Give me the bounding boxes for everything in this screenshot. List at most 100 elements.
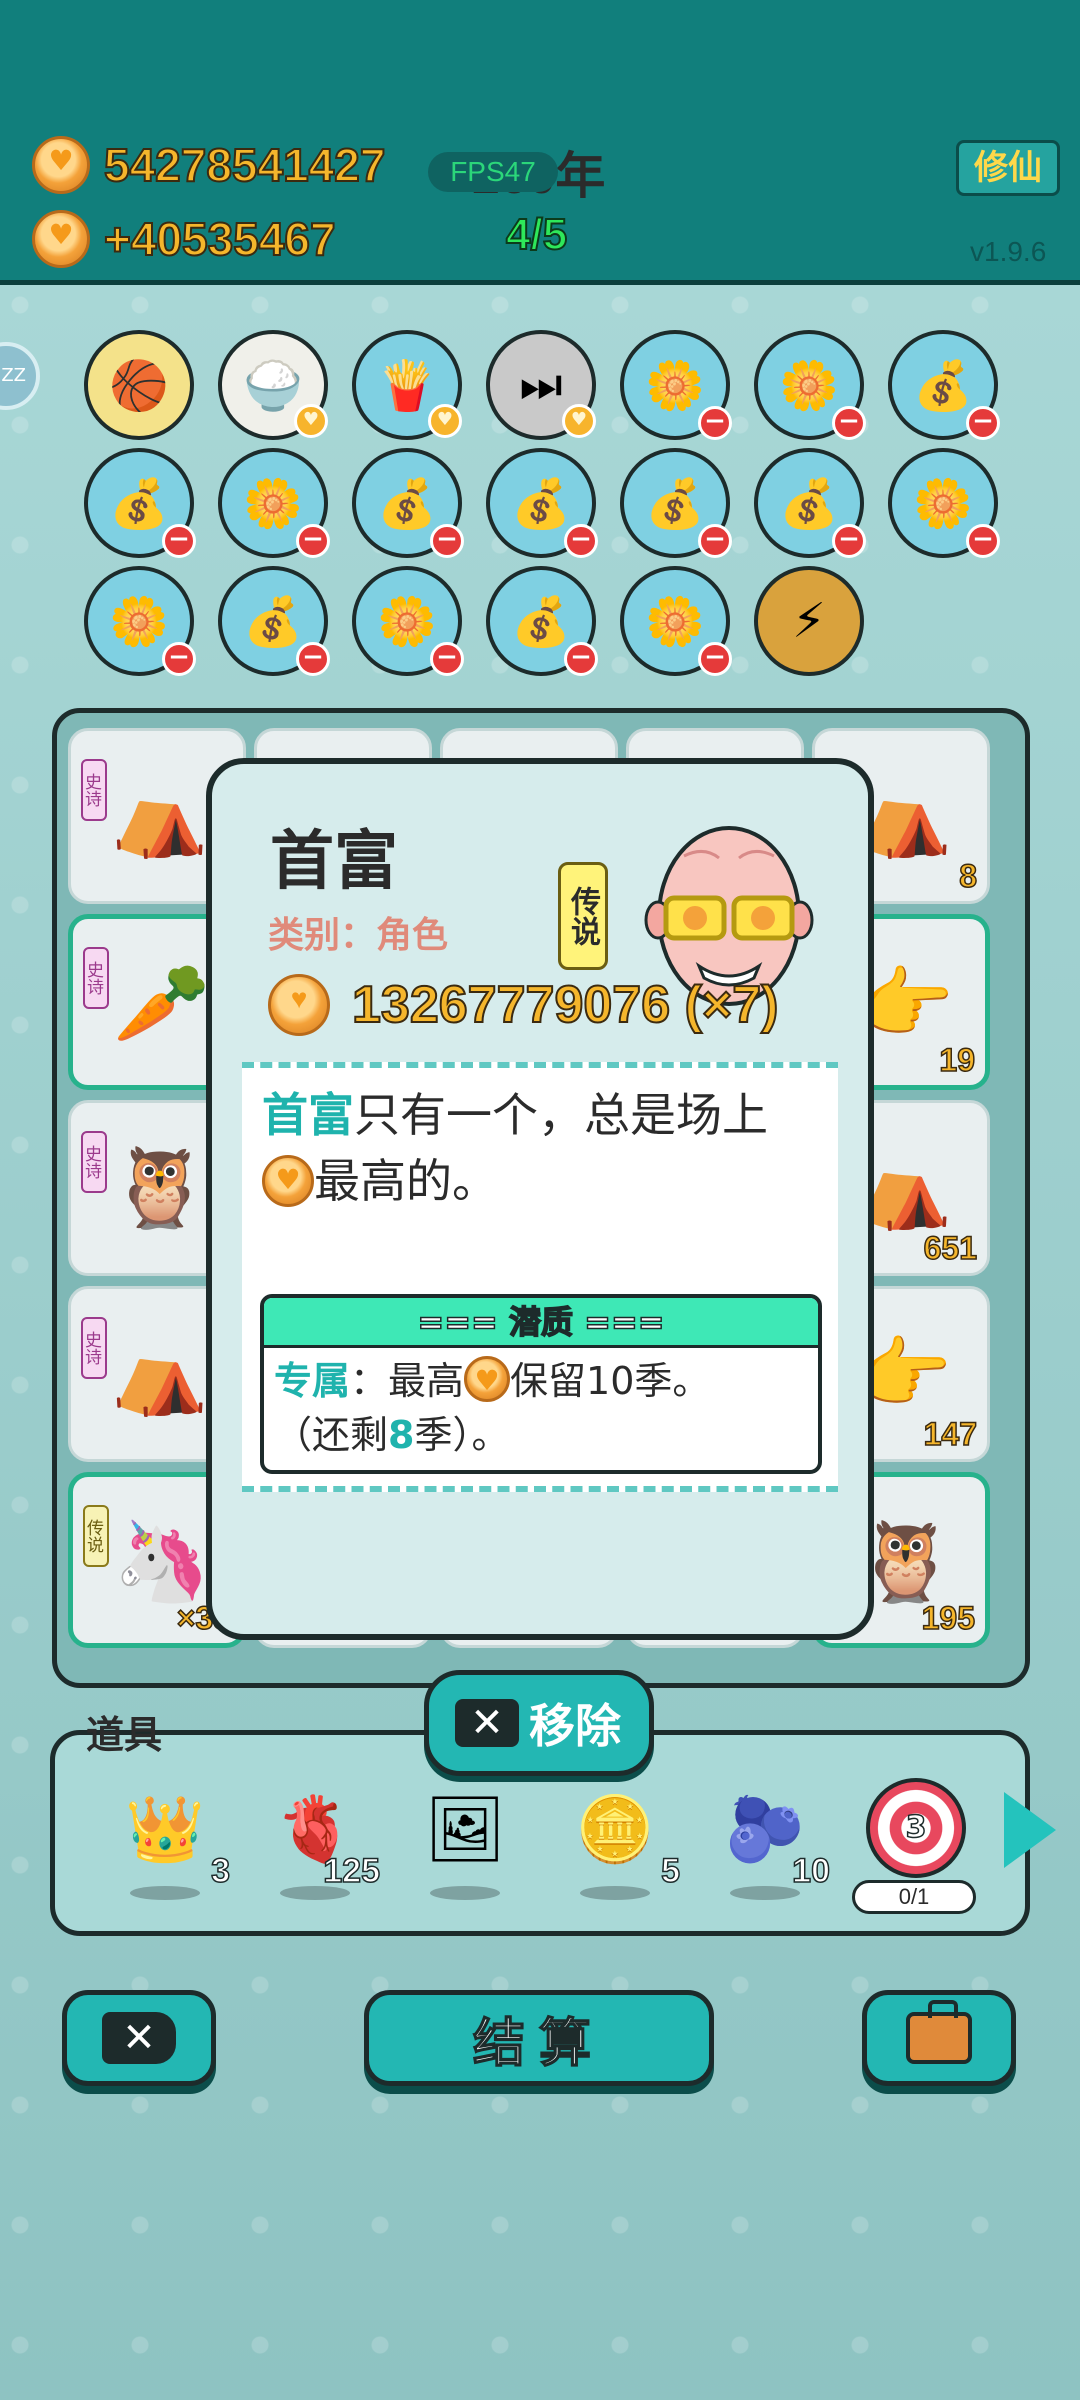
prop-count: 10: [791, 1851, 830, 1891]
heart-badge-icon: ♥: [294, 404, 328, 438]
flower-pot-icon[interactable]: 🌼 −: [352, 566, 464, 676]
xiuxian-button[interactable]: 修仙: [956, 140, 1060, 196]
minus-badge-icon: −: [162, 642, 196, 676]
prop-item[interactable]: 🫐 10: [700, 1790, 831, 1900]
flower-pot-icon[interactable]: 🌼 −: [620, 566, 732, 676]
flower-pot-icon[interactable]: 🌼 −: [84, 566, 196, 676]
bunny-tent-icon: ⛺: [111, 771, 209, 861]
description-highlight: 首富: [262, 1088, 354, 1142]
trait-box: === 潜质 === 专属：最高 保留10季。 （还剩8季）。: [260, 1294, 822, 1474]
money-bag-icon[interactable]: 💰 −: [486, 448, 598, 558]
coins-income-row: +40535467: [32, 210, 337, 268]
minus-badge-icon: −: [832, 406, 866, 440]
rarity-tag: 史诗: [83, 947, 109, 1009]
prop-shadow: [580, 1886, 650, 1900]
rarity-tag: 传说: [83, 1505, 109, 1567]
minus-badge-icon: −: [296, 642, 330, 676]
minus-badge-icon: −: [698, 406, 732, 440]
version-label: v1.9.6: [970, 236, 1047, 267]
skip-icon[interactable]: ⏭ ♥: [486, 330, 596, 440]
trait-label: 专属: [274, 1359, 351, 1403]
trait-text-1: ：最高: [350, 1359, 465, 1403]
coin-icon: [268, 974, 330, 1036]
unicorn-icon: 🦄: [113, 1517, 211, 1607]
bag-button[interactable]: [862, 1990, 1016, 2086]
minus-badge-icon: −: [564, 642, 598, 676]
prop-item[interactable]: 👑 3: [100, 1790, 231, 1900]
next-arrow-icon[interactable]: [1004, 1792, 1056, 1868]
basketballs-icon[interactable]: 🏀: [84, 330, 194, 440]
close-icon: ✕: [455, 1699, 519, 1747]
trait-remaining-suffix: 季）。: [414, 1413, 510, 1457]
prop-count: 3: [210, 1851, 230, 1891]
prop-item[interactable]: 🫀 125: [250, 1790, 381, 1900]
money-bag-icon[interactable]: 💰 −: [84, 448, 196, 558]
rarity-tag: 史诗: [81, 1131, 107, 1193]
card-title: 首富: [270, 825, 398, 899]
minus-badge-icon: −: [966, 406, 1000, 440]
round-counter: 4/5: [505, 209, 568, 260]
flower-pot-icon[interactable]: 🌼 −: [218, 448, 330, 558]
cell-count: 19: [939, 1041, 976, 1079]
description-text: 首富只有一个，总是场上 最高的。: [262, 1082, 822, 1214]
trait-remaining-prefix: （还剩: [274, 1413, 389, 1457]
cell-count: 147: [923, 1415, 978, 1453]
trait-header: === 潜质 ===: [264, 1298, 818, 1348]
coins-income: +40535467: [103, 212, 337, 266]
prop-shadow: [130, 1886, 200, 1900]
flower-pot-icon[interactable]: 🌼 −: [754, 330, 866, 440]
owl-icon: 🦉: [111, 1143, 209, 1233]
flower-pot-icon[interactable]: 🌼 −: [888, 448, 1000, 558]
minus-badge-icon: −: [430, 524, 464, 558]
settle-button[interactable]: 结算: [364, 1990, 714, 2086]
exit-button[interactable]: ✕: [62, 1990, 216, 2086]
money-bag-icon[interactable]: 💰 −: [754, 448, 866, 558]
props-title: 道具: [86, 1713, 163, 1757]
top-status-bar: 54278541427 +40535467 260年 FPS47 4/5 修仙 …: [0, 0, 1080, 285]
minus-badge-icon: −: [296, 524, 330, 558]
money-bag-icon[interactable]: 💰 −: [352, 448, 464, 558]
description-part-1: 只有一个，总是场上: [354, 1088, 768, 1142]
close-icon: ✕: [102, 2012, 176, 2064]
rarity-tag: 史诗: [81, 759, 107, 821]
money-bag-icon[interactable]: 💰 −: [620, 448, 732, 558]
description-area: 首富只有一个，总是场上 最高的。 === 潜质 === 专属：最高 保留10季。 …: [242, 1062, 838, 1492]
briefcase-icon: [906, 2000, 972, 2064]
money-bag-icon[interactable]: 💰 −: [218, 566, 330, 676]
remove-button[interactable]: ✕ 移除: [424, 1670, 654, 1776]
coin-icon: [262, 1155, 314, 1207]
prop-item[interactable]: 🖼: [400, 1790, 530, 1900]
frame-icon: 🖼: [424, 1793, 506, 1867]
fps-counter: FPS47: [428, 152, 558, 192]
heart-badge-icon: ♥: [562, 404, 596, 438]
item-detail-card: 首富 类别：角色 传说 13267779076 (×7) 首富只有一个，总是场上…: [206, 758, 874, 1640]
card-price: 13267779076 (×7): [268, 974, 779, 1036]
minus-badge-icon: −: [832, 524, 866, 558]
coins-total-row: 54278541427: [32, 136, 386, 194]
coin-icon: [464, 1356, 511, 1402]
money-bag-icon[interactable]: 💰 −: [888, 330, 1000, 440]
remove-label: 移除: [529, 1699, 621, 1753]
trait-text-2: 保留10季。: [510, 1359, 711, 1403]
cell-count: 651: [923, 1229, 978, 1267]
target-icon[interactable]: 3: [866, 1778, 966, 1878]
card-category: 类别：角色: [268, 915, 449, 956]
cell-count: 8: [958, 857, 977, 895]
lightning-icon[interactable]: ⚡: [754, 566, 864, 676]
prop-item[interactable]: 🪙 5: [550, 1790, 681, 1900]
fries-icon[interactable]: 🍟 ♥: [352, 330, 462, 440]
prop-shadow: [430, 1886, 500, 1900]
money-bag-icon[interactable]: 💰 −: [486, 566, 598, 676]
rice-bowl-icon[interactable]: 🍚 ♥: [218, 330, 328, 440]
flower-pot-icon[interactable]: 🌼 −: [620, 330, 732, 440]
trait-body: 专属：最高 保留10季。 （还剩8季）。: [264, 1348, 818, 1462]
description-part-2: 最高的。: [314, 1154, 498, 1208]
card-price-value: 13267779076 (×7): [351, 975, 779, 1035]
minus-badge-icon: −: [966, 524, 1000, 558]
rarity-tag: 传说: [558, 862, 608, 970]
cell-count: 195: [921, 1599, 976, 1637]
minus-badge-icon: −: [698, 642, 732, 676]
prop-count: 5: [660, 1851, 680, 1891]
carrot-king-icon: 🥕: [113, 959, 211, 1049]
prop-count: 125: [323, 1851, 381, 1891]
